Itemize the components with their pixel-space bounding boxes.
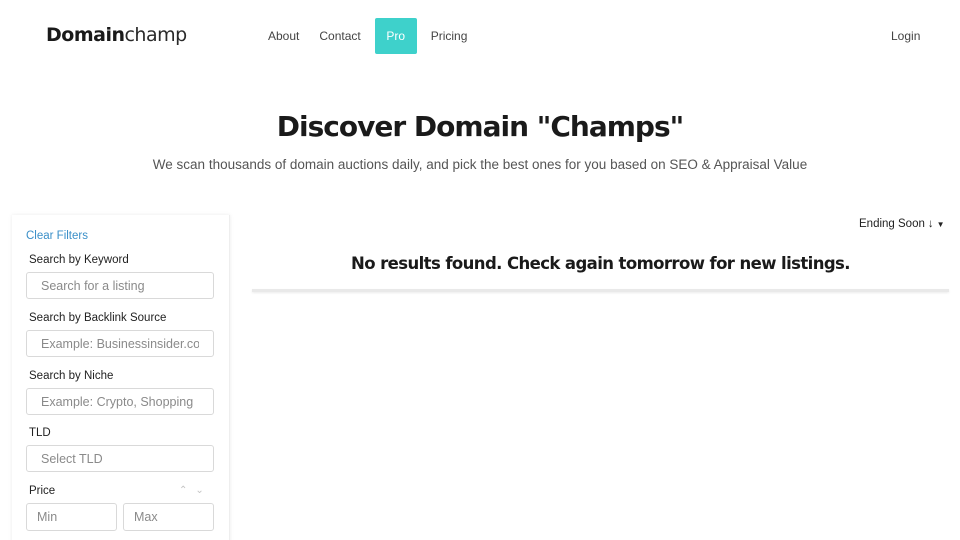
empty-results-message: No results found. Check again tomorrow f…	[351, 254, 850, 273]
price-min-input[interactable]	[26, 503, 117, 531]
sort-dropdown[interactable]: Ending Soon ↓ ▼	[859, 218, 945, 230]
nav-pro[interactable]: Pro	[374, 18, 417, 54]
tld-label: TLD	[29, 427, 51, 439]
page-title: Discover Domain "Champs"	[276, 110, 684, 143]
keyword-label: Search by Keyword	[29, 254, 129, 266]
login-link[interactable]: Login	[891, 29, 920, 43]
caret-down-icon: ▼	[936, 219, 945, 229]
arrow-down-icon: ↓	[927, 218, 934, 230]
results-divider	[252, 289, 949, 292]
backlink-search-input[interactable]	[26, 330, 214, 357]
page-subtitle: We scan thousands of domain auctions dai…	[152, 157, 808, 172]
tld-select[interactable]	[26, 445, 214, 472]
price-label: Price	[29, 485, 56, 497]
chevron-up-icon[interactable]: ⌃	[179, 485, 187, 496]
main-nav: About Contact Pro Pricing	[258, 18, 477, 54]
nav-pricing[interactable]: Pricing	[421, 18, 478, 54]
logo-bold-text: Domain	[46, 24, 125, 46]
keyword-search-input[interactable]	[26, 272, 214, 299]
backlink-label: Search by Backlink Source	[29, 312, 167, 324]
nav-contact[interactable]: Contact	[309, 18, 370, 54]
sort-label: Ending Soon	[859, 218, 925, 230]
filter-sidebar: Clear Filters Search by Keyword Search b…	[12, 215, 230, 540]
logo[interactable]: Domain champ	[46, 24, 187, 46]
nav-about[interactable]: About	[258, 18, 309, 54]
clear-filters-link[interactable]: Clear Filters	[26, 230, 88, 242]
site-header: Domain champ About Contact Pro Pricing Lo…	[0, 0, 960, 72]
chevron-down-icon[interactable]: ⌄	[195, 485, 203, 496]
price-max-input[interactable]	[123, 503, 214, 531]
niche-search-input[interactable]	[26, 388, 214, 415]
price-sort-arrows: ⌃ ⌄	[179, 485, 204, 496]
logo-light-text: champ	[124, 24, 187, 46]
niche-label: Search by Niche	[29, 370, 114, 382]
